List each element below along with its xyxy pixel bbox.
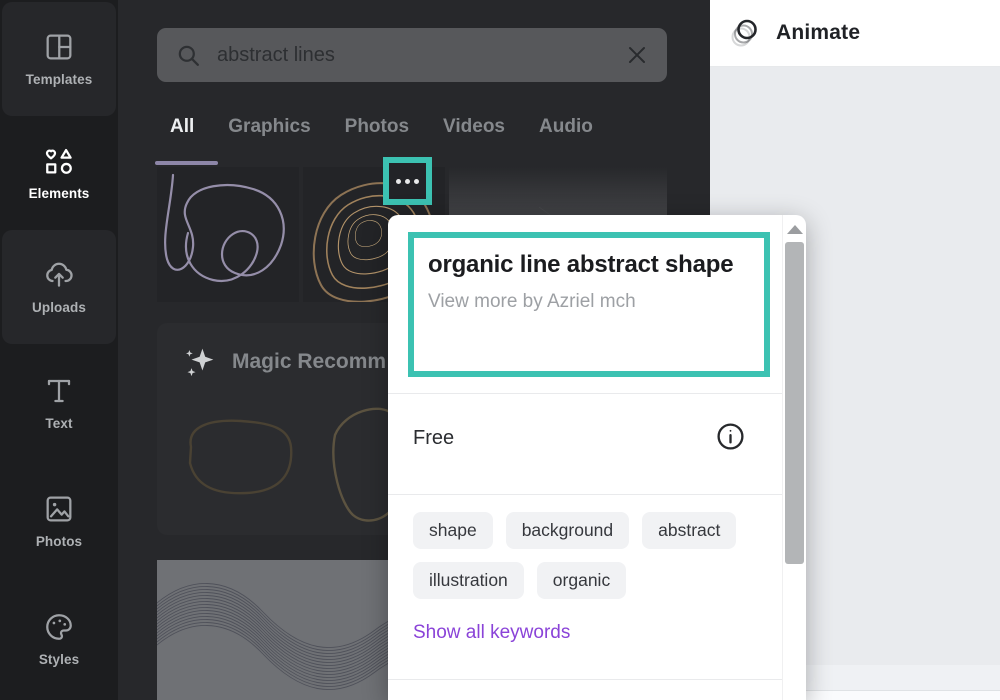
styles-icon bbox=[46, 614, 72, 640]
editor-toolbar: Animate bbox=[710, 0, 1000, 67]
elements-icon bbox=[45, 148, 72, 174]
tab-photos[interactable]: Photos bbox=[345, 116, 409, 138]
show-all-keywords-link[interactable]: Show all keywords bbox=[413, 622, 570, 644]
keyword-tags: shape background abstract illustration o… bbox=[413, 512, 758, 599]
scribble-line-art bbox=[164, 173, 285, 283]
search-icon bbox=[178, 45, 199, 66]
photos-icon bbox=[46, 496, 72, 522]
sidebar-item-label: Photos bbox=[35, 534, 83, 549]
sidebar-item-label: Templates bbox=[25, 72, 93, 87]
title-annotation-box: organic line abstract shape View more by… bbox=[408, 232, 770, 377]
sidebar-item-uploads[interactable]: Uploads bbox=[2, 230, 116, 344]
magic-recommendations-title: Magic Recomm bbox=[232, 350, 387, 373]
tab-audio[interactable]: Audio bbox=[539, 116, 593, 138]
active-tab-underline bbox=[155, 161, 218, 165]
more-options-button[interactable] bbox=[383, 157, 432, 205]
result-tabs: All Graphics Photos Videos Audio bbox=[170, 116, 593, 138]
ellipsis-dot bbox=[405, 178, 410, 184]
keyword-tag[interactable]: illustration bbox=[413, 562, 524, 599]
keyword-tag[interactable]: shape bbox=[413, 512, 493, 549]
popup-scrollbar[interactable] bbox=[782, 215, 806, 700]
clear-search-icon[interactable] bbox=[625, 43, 649, 67]
tab-videos[interactable]: Videos bbox=[443, 116, 505, 138]
keyword-tag[interactable]: background bbox=[505, 512, 630, 549]
sparkle-icon bbox=[186, 348, 214, 377]
thumbnail-organic-scribble[interactable] bbox=[157, 167, 299, 302]
animate-icon bbox=[731, 19, 757, 47]
sidebar-item-label: Styles bbox=[38, 652, 80, 667]
search-input[interactable] bbox=[217, 43, 625, 67]
scroll-up-arrow-icon[interactable] bbox=[786, 225, 803, 234]
sidebar-item-label: Elements bbox=[28, 186, 90, 201]
sidebar-item-text[interactable]: Text bbox=[2, 346, 116, 460]
sidebar-item-elements[interactable]: Elements bbox=[2, 116, 116, 230]
sidebar-item-photos[interactable]: Photos bbox=[2, 464, 116, 578]
ellipsis-dot bbox=[414, 178, 419, 184]
license-label: Free bbox=[413, 427, 455, 449]
sidebar: Templates Elements Uploads Text Photos S… bbox=[0, 0, 118, 700]
view-more-by-link[interactable]: View more by Azriel mch bbox=[428, 291, 750, 313]
sidebar-item-templates[interactable]: Templates bbox=[2, 2, 116, 116]
keyword-tag[interactable]: abstract bbox=[642, 512, 737, 549]
keyword-tag[interactable]: organic bbox=[536, 562, 627, 599]
divider bbox=[388, 393, 782, 394]
info-icon[interactable] bbox=[715, 421, 746, 452]
sidebar-item-label: Uploads bbox=[32, 300, 86, 315]
element-details-popup: organic line abstract shape View more by… bbox=[388, 215, 806, 700]
animate-button-label: Animate bbox=[776, 21, 861, 44]
sidebar-item-label: Text bbox=[45, 416, 73, 431]
popup-content: organic line abstract shape View more by… bbox=[388, 215, 782, 700]
text-icon bbox=[47, 379, 71, 403]
search-box[interactable] bbox=[157, 28, 667, 82]
canva-editor-app: Templates Elements Uploads Text Photos S… bbox=[0, 0, 1000, 700]
templates-icon bbox=[46, 34, 72, 60]
sidebar-item-styles[interactable]: Styles bbox=[2, 582, 116, 696]
divider bbox=[388, 494, 782, 495]
uploads-icon bbox=[46, 262, 73, 287]
divider bbox=[388, 679, 782, 680]
tab-graphics[interactable]: Graphics bbox=[228, 116, 310, 138]
ellipsis-dot bbox=[396, 178, 401, 184]
element-title: organic line abstract shape bbox=[428, 251, 734, 278]
scrollbar-thumb[interactable] bbox=[785, 242, 804, 564]
animate-button[interactable]: Animate bbox=[727, 15, 860, 51]
tab-all[interactable]: All bbox=[170, 116, 194, 138]
